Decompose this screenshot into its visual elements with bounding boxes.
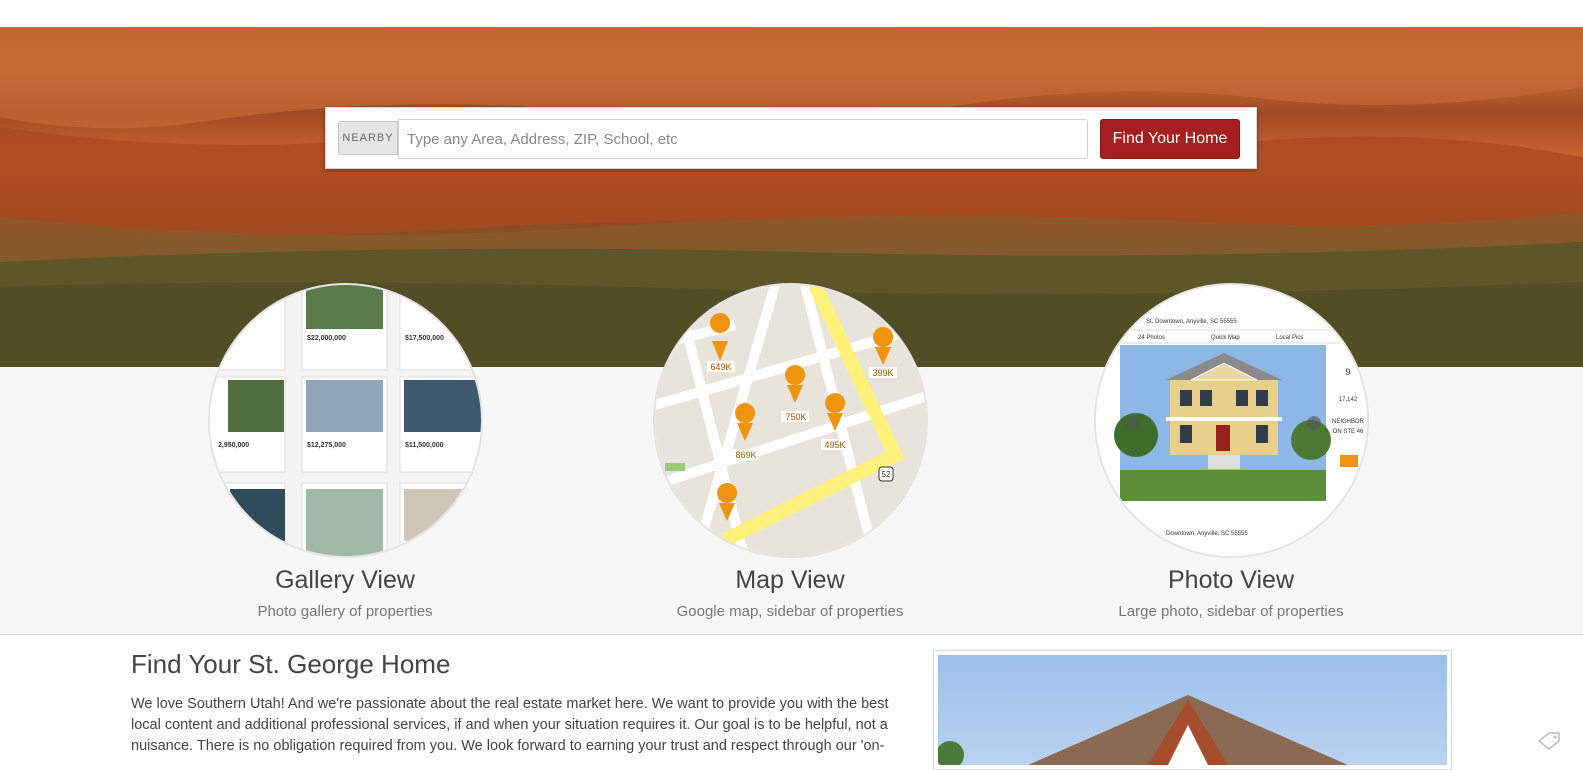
map-marker-label: 495K [824, 440, 845, 450]
photo-address-bottom: Downtown, Anyville, SC 55555 [1166, 531, 1248, 537]
photo-side-value: 9 [1345, 367, 1350, 377]
gallery-price: $17,500,000 [405, 335, 444, 342]
photo-tab: Quick Map [1211, 335, 1240, 341]
gallery-view-option[interactable]: $22,000,000 $17,500,000 2,950,000 $12,27… [205, 283, 485, 620]
intro-section: Find Your St. George Home We love Southe… [131, 649, 911, 757]
photo-side-value: 17,142 [1338, 397, 1357, 403]
featured-home-photo [933, 650, 1452, 770]
find-home-button[interactable]: Find Your Home [1100, 119, 1240, 159]
tag-icon[interactable] [1537, 731, 1561, 751]
photo-side-value: NEIGHBOR [1331, 419, 1364, 425]
search-bar: NEARBY Find Your Home [325, 107, 1257, 169]
intro-heading: Find Your St. George Home [131, 649, 451, 679]
photo-side-value: ON STE 46 [1332, 429, 1363, 435]
gallery-price: $12,275,000 [307, 442, 346, 449]
gallery-price: $11,500,000 [405, 442, 444, 449]
map-image: 649K 399K 750K 495K 869K 52 [654, 285, 926, 556]
photo-view-title[interactable]: Photo View [1091, 566, 1371, 595]
gallery-view-thumbnail[interactable]: $22,000,000 $17,500,000 2,950,000 $12,27… [207, 283, 483, 558]
photo-view-thumbnail[interactable]: St, Downtown, Anyville, SC 55555 24 Phot… [1093, 283, 1369, 558]
gallery-grid-image: $22,000,000 $17,500,000 2,950,000 $12,27… [209, 285, 481, 556]
map-marker-label: 869K [735, 450, 756, 460]
map-view-option[interactable]: 649K 399K 750K 495K 869K 52 Map View Goo… [650, 283, 930, 620]
photo-address-top: St, Downtown, Anyville, SC 55555 [1146, 319, 1237, 325]
gallery-view-subtitle: Photo gallery of properties [257, 603, 433, 620]
gallery-price: 2,950,000 [218, 442, 249, 449]
intro-body: We love Southern Utah! And we're passion… [131, 696, 889, 754]
home-roof-image [938, 695, 1348, 765]
map-marker-label: 399K [872, 368, 893, 378]
gallery-view-title[interactable]: Gallery View [205, 566, 485, 595]
map-marker-label: 750K [785, 412, 806, 422]
photo-view-image: St, Downtown, Anyville, SC 55555 24 Phot… [1095, 285, 1367, 556]
map-view-thumbnail[interactable]: 649K 399K 750K 495K 869K 52 [652, 283, 928, 558]
photo-tab: 24 Photos [1138, 335, 1165, 341]
search-input[interactable] [398, 119, 1088, 159]
top-nav-bar [0, 0, 1583, 27]
map-marker-label: 649K [710, 362, 731, 372]
photo-tab: Local Pics [1276, 335, 1303, 341]
map-view-subtitle: Google map, sidebar of properties [676, 603, 904, 620]
photo-view-subtitle: Large photo, sidebar of properties [1118, 603, 1344, 620]
map-view-title[interactable]: Map View [650, 566, 930, 595]
gallery-price: $22,000,000 [307, 335, 346, 342]
route-shield-label: 52 [881, 470, 890, 479]
photo-view-option[interactable]: St, Downtown, Anyville, SC 55555 24 Phot… [1091, 283, 1371, 620]
nearby-button[interactable]: NEARBY [338, 121, 398, 155]
